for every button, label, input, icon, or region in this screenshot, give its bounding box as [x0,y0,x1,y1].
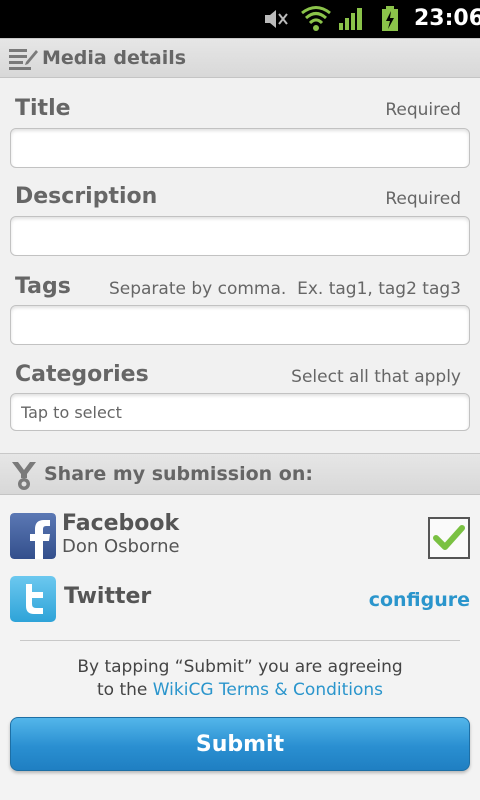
tags-label: Tags [15,274,71,299]
title-label: Title [15,96,71,121]
edit-document-icon [9,49,38,70]
terms-prefix: to the [96,680,153,700]
status-bar: 23:06 [0,0,480,38]
description-required-hint: Required [385,189,461,209]
twitter-label: Twitter [64,584,152,609]
battery-charging-icon [382,6,398,31]
mute-icon [265,10,288,28]
facebook-username: Don Osborne [62,536,180,557]
wifi-icon [301,6,331,31]
terms-line-1: By tapping “Submit” you are agreeing [77,657,403,677]
twitter-icon [10,576,56,622]
divider [20,640,460,641]
share-icon [12,462,36,490]
facebook-label: Facebook [62,511,180,536]
categories-hint: Select all that apply [291,367,461,387]
tags-hint: Separate by comma. Ex. tag1, tag2 tag3 [108,279,461,299]
terms-line-2: to the WikiCG Terms & Conditions [0,680,480,700]
media-details-title: Media details [42,47,187,69]
terms-link[interactable]: WikiCG Terms & Conditions [153,680,383,700]
facebook-icon [10,513,56,559]
tags-input[interactable] [10,305,470,345]
categories-select[interactable] [10,393,470,431]
submit-button[interactable]: Submit [10,717,470,771]
checkmark-icon [433,525,465,550]
title-required-hint: Required [385,100,461,120]
description-input[interactable] [10,216,470,256]
share-header: Share my submission on: [0,453,480,495]
facebook-share-checkbox[interactable] [428,517,470,559]
twitter-configure-link[interactable]: configure [369,589,470,611]
share-title: Share my submission on: [44,463,313,485]
description-label: Description [15,184,158,209]
title-input[interactable] [10,128,470,168]
media-details-header: Media details [0,38,480,78]
signal-icon [339,8,362,30]
status-time: 23:06 [414,6,480,31]
categories-label: Categories [15,362,149,387]
